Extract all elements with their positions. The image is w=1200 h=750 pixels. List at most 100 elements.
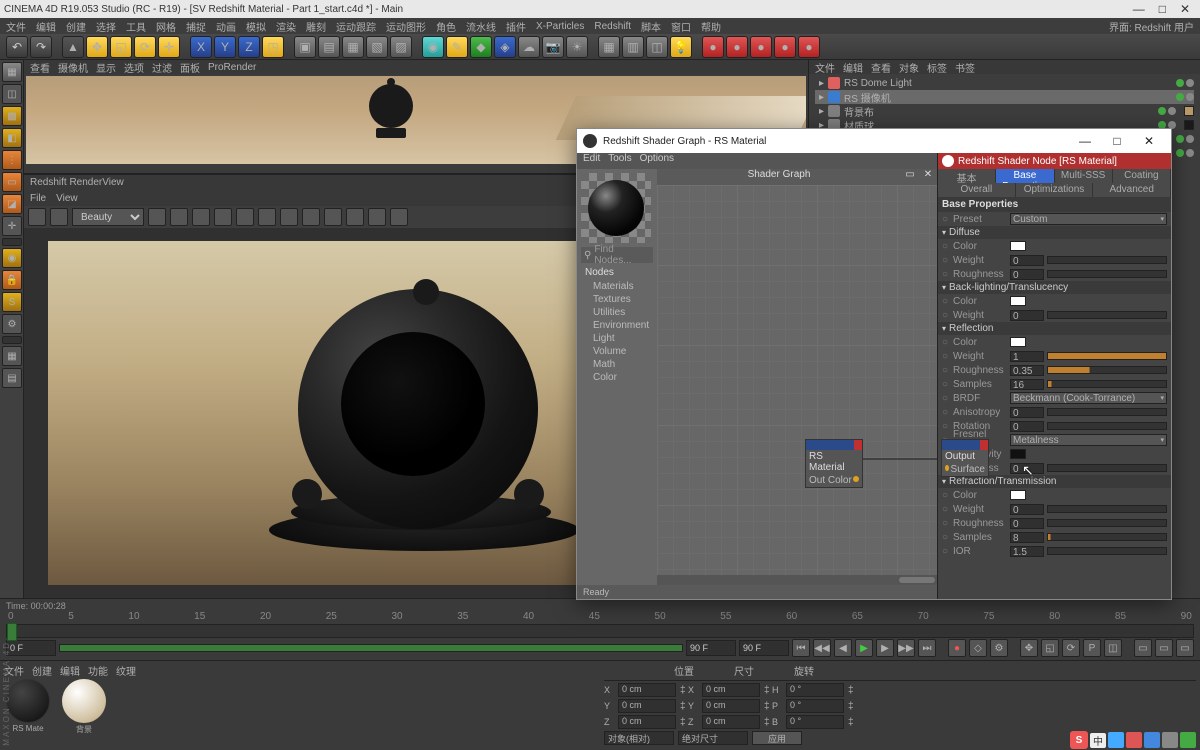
rv-tool-icon[interactable] bbox=[236, 208, 254, 226]
size-y-field[interactable]: 0 cm bbox=[702, 699, 760, 713]
bl-weight-slider[interactable] bbox=[1047, 311, 1167, 319]
rv-tool-icon[interactable] bbox=[192, 208, 210, 226]
vp-menu-item[interactable]: 过滤 bbox=[152, 60, 172, 75]
rv-menu-view[interactable]: View bbox=[56, 193, 78, 204]
fresnel-select[interactable]: Metalness bbox=[1010, 434, 1167, 446]
menu-item[interactable]: 编辑 bbox=[36, 19, 56, 34]
tab-base-properties[interactable]: Base Properties bbox=[996, 169, 1054, 183]
pos-y-field[interactable]: 0 cm bbox=[618, 699, 676, 713]
snap-enable-button[interactable]: S bbox=[2, 292, 22, 312]
mat-menu-item[interactable]: 功能 bbox=[88, 663, 108, 677]
menu-item[interactable]: 帮助 bbox=[701, 19, 721, 34]
tl-button[interactable]: ▭ bbox=[1134, 639, 1152, 657]
metalness-slider[interactable] bbox=[1047, 464, 1167, 472]
record-button[interactable]: ● bbox=[948, 639, 966, 657]
trans-weight-field[interactable]: 0 bbox=[1010, 504, 1044, 515]
size-x-field[interactable]: 0 cm bbox=[702, 683, 760, 697]
model-mode-button[interactable]: ◫ bbox=[2, 84, 22, 104]
rs-bucket-button[interactable]: ● bbox=[750, 36, 772, 58]
pos-key-icon[interactable]: ✥ bbox=[1020, 639, 1038, 657]
tree-row[interactable]: ▸RS Dome Light bbox=[815, 76, 1194, 90]
edge-mode-button[interactable]: ▭ bbox=[2, 172, 22, 192]
deformer-button[interactable]: ◈ bbox=[494, 36, 516, 58]
om-menu-item[interactable]: 标签 bbox=[927, 60, 947, 74]
enable-axis-button[interactable]: ✛ bbox=[2, 216, 22, 236]
menu-item[interactable]: 动画 bbox=[216, 19, 236, 34]
rotation-field[interactable]: 0 bbox=[1010, 421, 1044, 432]
rot-y-field[interactable]: 0 ° bbox=[786, 699, 844, 713]
ime-setting-icon[interactable] bbox=[1180, 732, 1196, 748]
om-menu-item[interactable]: 对象 bbox=[899, 60, 919, 74]
rot-z-field[interactable]: 0 ° bbox=[786, 715, 844, 729]
menu-item[interactable]: 运动跟踪 bbox=[336, 19, 376, 34]
rs-material-node[interactable]: RS Material Out Color bbox=[805, 439, 863, 488]
vp-menu-item[interactable]: 选项 bbox=[124, 60, 144, 75]
tab-coating[interactable]: Coating bbox=[1113, 169, 1171, 183]
menu-item[interactable]: 网格 bbox=[156, 19, 176, 34]
goto-start-button[interactable]: ⏮ bbox=[792, 639, 810, 657]
trans-weight-slider[interactable] bbox=[1047, 505, 1167, 513]
vp-menu-item[interactable]: 摄像机 bbox=[58, 60, 88, 75]
trans-rough-slider[interactable] bbox=[1047, 519, 1167, 527]
menu-item[interactable]: 角色 bbox=[436, 19, 456, 34]
point-mode-button[interactable]: ⋮ bbox=[2, 150, 22, 170]
trans-samples-slider[interactable] bbox=[1047, 533, 1167, 541]
sw-close-button[interactable]: ✕ bbox=[1133, 130, 1165, 152]
rv-arrow-icon[interactable] bbox=[148, 208, 166, 226]
light-tool-button[interactable]: ☀ bbox=[566, 36, 588, 58]
menu-item[interactable]: 选择 bbox=[96, 19, 116, 34]
refl-samples-field[interactable]: 16 bbox=[1010, 379, 1044, 390]
minimize-button[interactable]: — bbox=[1133, 2, 1145, 16]
brdf-select[interactable]: Beckmann (Cook-Torrance) bbox=[1010, 392, 1167, 404]
rv-tool-icon[interactable] bbox=[390, 208, 408, 226]
render-region-button[interactable]: ▤ bbox=[318, 36, 340, 58]
tab-multi-sss[interactable]: Multi-SSS bbox=[1055, 169, 1113, 183]
rot-key-icon[interactable]: ⟳ bbox=[1062, 639, 1080, 657]
frame-field[interactable]: 90 F bbox=[739, 640, 789, 656]
rot-x-field[interactable]: 0 ° bbox=[786, 683, 844, 697]
node-category[interactable]: Utilities bbox=[585, 306, 649, 319]
vp-menu-item[interactable]: 显示 bbox=[96, 60, 116, 75]
menu-item[interactable]: 窗口 bbox=[671, 19, 691, 34]
refl-rough-slider[interactable] bbox=[1047, 366, 1167, 374]
node-category[interactable]: Volume bbox=[585, 345, 649, 358]
rotate-tool[interactable]: ⟳ bbox=[134, 36, 156, 58]
refl-samples-slider[interactable] bbox=[1047, 380, 1167, 388]
texture-mode-button[interactable]: ▩ bbox=[2, 106, 22, 126]
poly-mode-button[interactable]: ◪ bbox=[2, 194, 22, 214]
rs-stop-button[interactable]: ● bbox=[798, 36, 820, 58]
node-category[interactable]: Textures bbox=[585, 293, 649, 306]
graph-close-icon[interactable]: ✕ bbox=[921, 169, 935, 185]
snap-icon[interactable]: ▥ bbox=[622, 36, 644, 58]
sw-menu-item[interactable]: Tools bbox=[608, 153, 631, 169]
workplane-icon[interactable]: ◫ bbox=[646, 36, 668, 58]
refl-weight-field[interactable]: 1 bbox=[1010, 351, 1044, 362]
aov-select[interactable]: Beauty bbox=[72, 208, 144, 226]
node-category[interactable]: Light bbox=[585, 332, 649, 345]
vp-menu-item[interactable]: 查看 bbox=[30, 60, 50, 75]
scale-key-icon[interactable]: ◱ bbox=[1041, 639, 1059, 657]
diffuse-rough-slider[interactable] bbox=[1047, 270, 1167, 278]
output-node[interactable]: Output Surface bbox=[941, 439, 989, 477]
diffuse-color-swatch[interactable] bbox=[1010, 241, 1026, 251]
rv-tool-icon[interactable] bbox=[302, 208, 320, 226]
lock-button[interactable]: 🔒 bbox=[2, 270, 22, 290]
recent-tool[interactable]: ✛ bbox=[158, 36, 180, 58]
aniso-field[interactable]: 0 bbox=[1010, 407, 1044, 418]
snap-settings-button[interactable]: ⚙ bbox=[2, 314, 22, 334]
ime-setting-icon[interactable] bbox=[1144, 732, 1160, 748]
pla-key-icon[interactable]: ◫ bbox=[1104, 639, 1122, 657]
shader-window-titlebar[interactable]: Redshift Shader Graph - RS Material — □ … bbox=[577, 129, 1171, 153]
menu-item[interactable]: 运动图形 bbox=[386, 19, 426, 34]
coord-button[interactable]: ◳ bbox=[262, 36, 284, 58]
mat-menu-item[interactable]: 编辑 bbox=[60, 663, 80, 677]
goto-end-button[interactable]: ⏭ bbox=[918, 639, 936, 657]
rotation-slider[interactable] bbox=[1047, 422, 1167, 430]
isoline-button[interactable]: ▤ bbox=[2, 368, 22, 388]
redo-button[interactable]: ↷ bbox=[30, 36, 52, 58]
coord-mode-select[interactable]: 对象(相对) bbox=[604, 731, 674, 745]
rv-tool-icon[interactable] bbox=[170, 208, 188, 226]
maximize-button[interactable]: □ bbox=[1159, 2, 1166, 16]
workplane-mode-button[interactable]: ◧ bbox=[2, 128, 22, 148]
node-category[interactable]: Math bbox=[585, 358, 649, 371]
